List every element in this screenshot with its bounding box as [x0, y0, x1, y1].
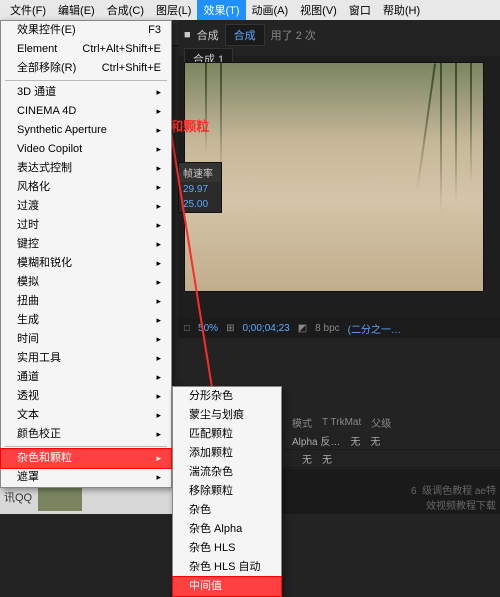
submenu-noise-hls-auto[interactable]: 杂色 HLS 自动: [173, 558, 281, 577]
frame-rate-value-2[interactable]: 25.00: [179, 197, 221, 212]
menu-color-correction[interactable]: 颜色校正: [1, 425, 171, 444]
submenu-add-grain[interactable]: 添加颗粒: [173, 444, 281, 463]
menu-utility[interactable]: 实用工具: [1, 349, 171, 368]
submenu-median[interactable]: 中间值: [173, 577, 281, 596]
menu-effect-controls[interactable]: 效果控件(E)F3: [1, 21, 171, 40]
menu-animation[interactable]: 动画(A): [246, 0, 295, 20]
menu-separator: [5, 80, 167, 81]
menu-stylize[interactable]: 风格化: [1, 178, 171, 197]
submenu-fractal-noise[interactable]: 分形杂色: [173, 387, 281, 406]
mask-mode-icon[interactable]: □: [184, 323, 190, 334]
composition-viewer[interactable]: [184, 62, 484, 292]
menu-help[interactable]: 帮助(H): [377, 0, 426, 20]
qq-label: 讯QQ: [0, 489, 36, 505]
comp-name-tab[interactable]: 合成: [225, 24, 265, 46]
comp-panel-label: 合成: [197, 27, 219, 43]
mode-column-header: 模式: [292, 415, 312, 430]
trkmat-dropdown[interactable]: 无: [350, 433, 360, 448]
color-depth: 8 bpc: [315, 323, 339, 334]
viewer-status-bar: □ 50% ⊞ 0;00;04;23 ◩ 8 bpc (二分之一…: [178, 318, 500, 338]
trkmat-column-header: T TrkMat: [322, 417, 361, 428]
menu-view[interactable]: 视图(V): [294, 0, 343, 20]
menu-synthetic-aperture[interactable]: Synthetic Aperture: [1, 121, 171, 140]
parent-column-header: 父级: [371, 415, 391, 430]
comp-used-text: 用了 2 次: [271, 27, 316, 43]
menu-3d-channel[interactable]: 3D 通道: [1, 83, 171, 102]
submenu-match-grain[interactable]: 匹配颗粒: [173, 425, 281, 444]
submenu-dust-scratches[interactable]: 蒙尘与划痕: [173, 406, 281, 425]
menubar: 文件(F) 编辑(E) 合成(C) 图层(L) 效果(T) 动画(A) 视图(V…: [0, 0, 500, 20]
mode-dropdown[interactable]: Alpha 反…: [292, 433, 340, 448]
menu-noise-grain[interactable]: 杂色和颗粒: [1, 449, 171, 468]
menu-blur-sharpen[interactable]: 模糊和锐化: [1, 254, 171, 273]
grid-icon[interactable]: ⊞: [226, 323, 234, 334]
alpha-icon[interactable]: ◩: [298, 323, 307, 334]
timeline-right-columns: 模式 T TrkMat 父级 Alpha 反… 无 无 无 无: [284, 412, 500, 468]
menu-generate[interactable]: 生成: [1, 311, 171, 330]
frame-rate-label: 帧速率: [179, 163, 221, 182]
frame-rate-panel: 帧速率 29.97 25.00: [178, 162, 222, 213]
frame-rate-value-1[interactable]: 29.97: [179, 182, 221, 197]
menu-element[interactable]: ElementCtrl+Alt+Shift+E: [1, 40, 171, 59]
comp-tabs: ■ 合成 合成 用了 2 次 合成 1: [178, 20, 500, 56]
submenu-noise-hls[interactable]: 杂色 HLS: [173, 539, 281, 558]
parent-dropdown[interactable]: 无: [322, 451, 332, 466]
parent-dropdown[interactable]: 无: [370, 433, 380, 448]
menu-layer[interactable]: 图层(L): [150, 0, 197, 20]
submenu-noise-alpha[interactable]: 杂色 Alpha: [173, 520, 281, 539]
menu-effect[interactable]: 效果(T): [197, 0, 245, 20]
footer-text: 6 级调色教程 ae特 效视频教程下载: [411, 482, 496, 512]
menu-matte[interactable]: 遮罩: [1, 468, 171, 487]
menu-text-effects[interactable]: 文本: [1, 406, 171, 425]
menu-simulation[interactable]: 模拟: [1, 273, 171, 292]
comp-panel-icon: ■: [184, 29, 191, 41]
menu-file[interactable]: 文件(F): [4, 0, 52, 20]
menu-expression-controls[interactable]: 表达式控制: [1, 159, 171, 178]
menu-distort[interactable]: 扭曲: [1, 292, 171, 311]
menu-video-copilot[interactable]: Video Copilot: [1, 140, 171, 159]
current-time[interactable]: 0;00;04;23: [242, 323, 289, 334]
menu-edit[interactable]: 编辑(E): [52, 0, 101, 20]
zoom-level[interactable]: 50%: [198, 323, 218, 334]
menu-perspective[interactable]: 透视: [1, 387, 171, 406]
menu-separator: [5, 446, 167, 447]
menu-transition[interactable]: 过渡: [1, 197, 171, 216]
menu-keying[interactable]: 键控: [1, 235, 171, 254]
menu-composition[interactable]: 合成(C): [101, 0, 150, 20]
submenu-remove-grain[interactable]: 移除颗粒: [173, 482, 281, 501]
menu-obsolete[interactable]: 过时: [1, 216, 171, 235]
submenu-noise[interactable]: 杂色: [173, 501, 281, 520]
trkmat-dropdown[interactable]: 无: [302, 451, 312, 466]
noise-grain-submenu: 分形杂色 蒙尘与划痕 匹配颗粒 添加颗粒 湍流杂色 移除颗粒 杂色 杂色 Alp…: [172, 386, 282, 597]
submenu-turbulent-noise[interactable]: 湍流杂色: [173, 463, 281, 482]
resolution-dropdown[interactable]: (二分之一…: [348, 321, 401, 336]
menu-cinema4d[interactable]: CINEMA 4D: [1, 102, 171, 121]
menu-time[interactable]: 时间: [1, 330, 171, 349]
effects-dropdown: 效果控件(E)F3 ElementCtrl+Alt+Shift+E 全部移除(R…: [0, 20, 172, 488]
menu-channel[interactable]: 通道: [1, 368, 171, 387]
menu-remove-all[interactable]: 全部移除(R)Ctrl+Shift+E: [1, 59, 171, 78]
menu-window[interactable]: 窗口: [343, 0, 377, 20]
